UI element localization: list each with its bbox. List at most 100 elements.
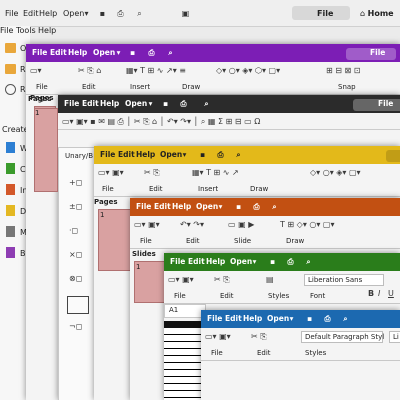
black-unary-label[interactable]: Unary/B [65, 152, 93, 160]
green-bold-icon[interactable]: B [368, 289, 374, 298]
blue-para-style[interactable]: Default Paragraph Styl [301, 331, 384, 343]
purple-snap-icons[interactable]: ⊞ ⊟ ⊠ ⊡ [326, 66, 360, 75]
sc-calc-icon[interactable] [6, 163, 15, 174]
orange-open-dropdown-icon[interactable]: ▾ [216, 202, 225, 211]
yellow-menu-help[interactable]: Help [136, 150, 155, 159]
black-sym-times[interactable]: ×◻ [69, 250, 82, 259]
black-menu-file[interactable]: File [64, 99, 79, 108]
orange-print-icon[interactable]: ⎙ [252, 202, 261, 211]
black-sym-otimes[interactable]: ⊗◻ [69, 274, 82, 283]
purple-draw-icons[interactable]: ◇▾ ○▾ ◈▾ ⬡▾ ▢▾ [216, 66, 280, 75]
black-sym-and[interactable]: ·◻ [69, 226, 78, 235]
purple-menu-help[interactable]: Help [68, 48, 87, 57]
green-grid[interactable] [164, 328, 205, 400]
yellow-open-dropdown-icon[interactable]: ▾ [180, 150, 189, 159]
orange-draw-icons[interactable]: T ⊞ ◇▾ ○▾ ▢▾ [280, 220, 335, 229]
purple-insert-icons[interactable]: ▦▾ T ⊞ ∿ ↗▾ ≡ [126, 66, 186, 75]
blue-menu-help[interactable]: Help [243, 314, 262, 323]
purple-menu-open[interactable]: Open [93, 48, 115, 57]
green-open-dropdown-icon[interactable]: ▾ [250, 257, 259, 266]
orange-zoom-icon[interactable]: ⌕ [270, 202, 279, 211]
black-file-button[interactable]: File [378, 99, 393, 108]
purple-menu-edit[interactable]: Edit [50, 48, 67, 57]
blue-menu-file[interactable]: File [207, 314, 222, 323]
menu-file[interactable]: File [5, 9, 18, 18]
open-dropdown-icon[interactable]: ▾ [82, 9, 91, 18]
sidebar-icon[interactable]: ▣ [181, 9, 190, 18]
green-underline-icon[interactable]: U [388, 289, 394, 298]
sc-base-icon[interactable] [6, 247, 15, 258]
green-italic-icon[interactable]: I [378, 289, 380, 298]
sc-math-icon[interactable] [6, 226, 15, 237]
green-styles-icons[interactable]: ▤ [266, 275, 274, 284]
blue-zoom-icon[interactable]: ⌕ [341, 314, 350, 323]
orange-slide-icons[interactable]: ▭ ▣ ▶ [228, 220, 254, 229]
black-sym-frac[interactable] [67, 296, 89, 314]
green-menu-help[interactable]: Help [206, 257, 225, 266]
file-button[interactable]: File [292, 6, 350, 20]
orange-menu-edit[interactable]: Edit [154, 202, 171, 211]
black-sym-plus[interactable]: +◻ [69, 178, 82, 187]
orange-menu-open[interactable]: Open [196, 202, 218, 211]
orange-edit-icons[interactable]: ↶▾ ↷▾ [180, 220, 204, 229]
green-menu-file[interactable]: File [170, 257, 185, 266]
purple-print-icon[interactable]: ⎙ [147, 48, 156, 57]
yellow-save-icon[interactable]: ▪ [198, 150, 207, 159]
blue-menu-edit[interactable]: Edit [225, 314, 242, 323]
green-save-icon[interactable]: ▪ [268, 257, 277, 266]
green-menu-edit[interactable]: Edit [188, 257, 205, 266]
orange-menu-file[interactable]: File [136, 202, 151, 211]
black-sym-pm[interactable]: ±◻ [69, 202, 82, 211]
purple-edit-icons[interactable]: ✂ ⎘ ⌂ [78, 66, 101, 75]
green-edit-icons[interactable]: ✂ ⎘ [214, 275, 230, 284]
yellow-print-icon[interactable]: ⎙ [216, 150, 225, 159]
black-menu-edit[interactable]: Edit [82, 99, 99, 108]
blue-file-icons[interactable]: ▭▾ ▣▾ [205, 332, 231, 341]
blue-menu-open[interactable]: Open [267, 314, 289, 323]
purple-open-dropdown-icon[interactable]: ▾ [114, 48, 123, 57]
black-menu-help[interactable]: Help [100, 99, 119, 108]
yellow-menu-open[interactable]: Open [160, 150, 182, 159]
green-menu-open[interactable]: Open [230, 257, 252, 266]
green-zoom-icon[interactable]: ⌕ [304, 257, 313, 266]
yellow-zoom-icon[interactable]: ⌕ [234, 150, 243, 159]
print-icon[interactable]: ⎙ [116, 9, 125, 18]
black-zoom-icon[interactable]: ⌕ [202, 99, 211, 108]
sc-menu-tools[interactable]: Tools [16, 26, 36, 35]
black-menu-open[interactable]: Open [125, 99, 147, 108]
orange-save-icon[interactable]: ▪ [234, 202, 243, 211]
green-file-icons[interactable]: ▭▾ ▣▾ [168, 275, 194, 284]
green-font-name[interactable]: Liberation Sans [304, 274, 384, 286]
green-namebox[interactable]: A1 [164, 304, 206, 318]
zoom-icon[interactable]: ⌕ [135, 9, 144, 18]
yellow-slide-thumb[interactable]: 1 [98, 209, 132, 271]
home-button[interactable]: ⌂ Home [360, 9, 394, 18]
blue-save-icon[interactable]: ▪ [305, 314, 314, 323]
blue-open-dropdown-icon[interactable]: ▾ [287, 314, 296, 323]
menu-edit[interactable]: Edit [23, 9, 39, 18]
orange-slide-thumb[interactable]: 1 [134, 261, 166, 303]
yellow-tb-pill[interactable] [386, 150, 400, 162]
black-open-dropdown-icon[interactable]: ▾ [146, 99, 155, 108]
orange-menu-help[interactable]: Help [172, 202, 191, 211]
yellow-menu-edit[interactable]: Edit [118, 150, 135, 159]
sc-recent-icon-1[interactable] [5, 43, 16, 53]
black-save-icon[interactable]: ▪ [161, 99, 170, 108]
black-slide-thumb[interactable] [34, 108, 58, 192]
blue-print-icon[interactable]: ⎙ [323, 314, 332, 323]
yellow-menu-file[interactable]: File [100, 150, 115, 159]
orange-file-icons[interactable]: ▭▾ ▣▾ [134, 220, 160, 229]
blue-edit-icons[interactable]: ✂ ⎘ [251, 332, 267, 341]
save-icon[interactable]: ▪ [98, 9, 107, 18]
purple-menu-file[interactable]: File [32, 48, 47, 57]
sc-recent-icon-2[interactable] [5, 64, 16, 74]
sc-history-icon[interactable] [5, 84, 16, 95]
purple-file-button[interactable]: File [370, 48, 385, 57]
blue-font-partial[interactable]: Li [389, 331, 400, 343]
sc-writer-icon[interactable] [6, 142, 15, 153]
black-sym-not[interactable]: ¬◻ [69, 322, 82, 331]
green-print-icon[interactable]: ⎙ [286, 257, 295, 266]
sc-impress-icon[interactable] [6, 184, 15, 195]
black-print-icon[interactable]: ⎙ [179, 99, 188, 108]
sc-menu-help[interactable]: Help [38, 26, 56, 35]
